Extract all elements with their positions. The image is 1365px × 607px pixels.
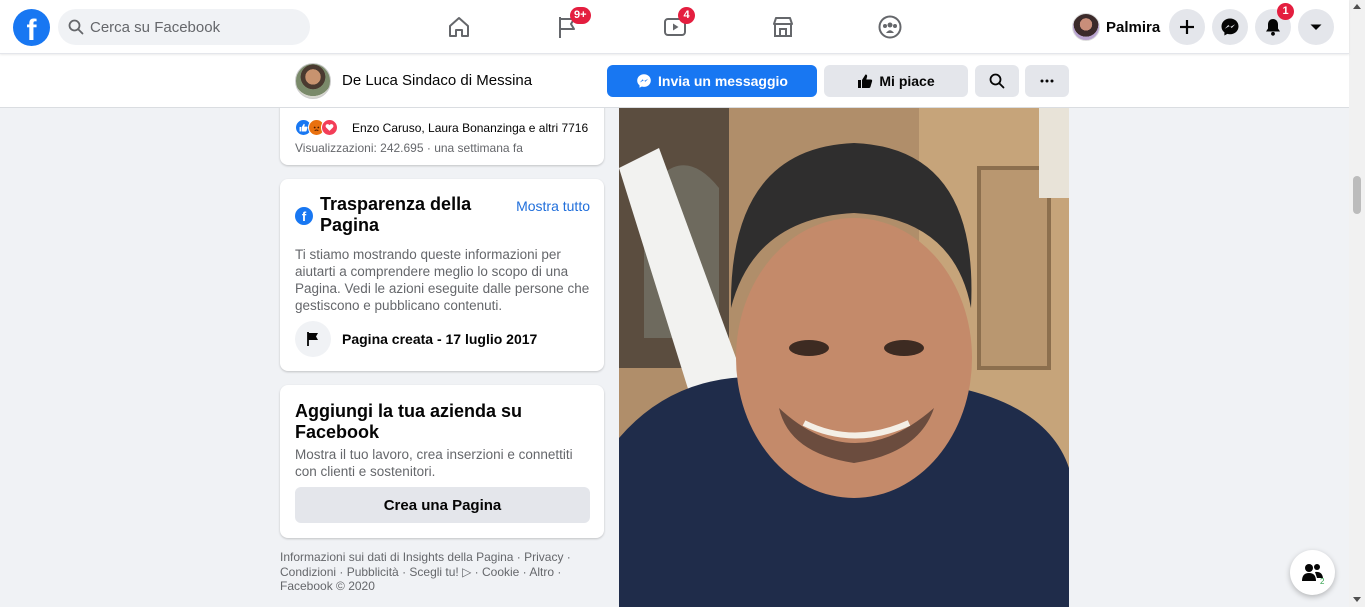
transparency-title: Trasparenza della Pagina xyxy=(320,194,472,235)
page-title[interactable]: De Luca Sindaco di Messina xyxy=(342,72,532,89)
more-options-button[interactable] xyxy=(1025,65,1069,97)
caret-down-icon xyxy=(1310,24,1322,30)
create-button[interactable] xyxy=(1169,9,1205,45)
views-count: Visualizzazioni: 242.695 · una settimana… xyxy=(295,141,523,155)
send-message-button[interactable]: Invia un messaggio xyxy=(607,65,817,97)
reactions-summary[interactable]: Enzo Caruso, Laura Bonanzinga e altri 77… xyxy=(352,121,588,135)
scroll-up-arrow-icon[interactable] xyxy=(1353,4,1361,9)
facebook-info-icon: f xyxy=(295,207,313,225)
nav-groups[interactable] xyxy=(873,10,907,44)
facebook-logo-icon[interactable]: f xyxy=(13,9,50,46)
search-input[interactable] xyxy=(90,18,290,36)
create-page-button[interactable]: Crea una Pagina xyxy=(295,487,590,523)
avatar xyxy=(1072,13,1100,41)
notifications-badge: 1 xyxy=(1277,3,1294,20)
messenger-button[interactable] xyxy=(1212,9,1248,45)
business-title: Aggiungi la tua azienda su Facebook xyxy=(295,401,523,442)
page-search-button[interactable] xyxy=(975,65,1019,97)
more-icon xyxy=(1040,79,1054,83)
search-box[interactable] xyxy=(58,9,310,45)
like-page-label: Mi piace xyxy=(879,73,935,89)
profile-chip[interactable]: Palmira xyxy=(1072,10,1160,44)
page-avatar[interactable] xyxy=(295,63,331,99)
nav-watch[interactable]: 4 xyxy=(658,7,695,44)
bell-icon xyxy=(1266,19,1280,36)
see-all-link[interactable]: Mostra tutto xyxy=(516,198,590,214)
transparency-description: Ti stiamo mostrando queste informazioni … xyxy=(295,247,590,313)
home-icon xyxy=(449,17,469,37)
people-icon: 2 xyxy=(1301,563,1325,586)
scroll-down-arrow-icon[interactable] xyxy=(1353,597,1361,602)
contacts-chat-button[interactable]: 2 xyxy=(1290,550,1335,595)
add-business-card: Aggiungi la tua azienda su Facebook Most… xyxy=(280,385,604,538)
pages-badge: 9+ xyxy=(570,7,591,24)
page-header-bar: De Luca Sindaco di Messina Invia un mess… xyxy=(0,54,1349,108)
nav-pages[interactable]: 9+ xyxy=(550,7,591,44)
nav-marketplace[interactable] xyxy=(766,10,800,44)
marketplace-icon xyxy=(773,17,793,37)
send-message-label: Invia un messaggio xyxy=(658,73,788,89)
photo-illustration xyxy=(619,108,1069,607)
reaction-icons[interactable] xyxy=(295,119,338,136)
chat-count: 2 xyxy=(1320,577,1325,586)
messenger-icon xyxy=(637,74,651,88)
page-created-date: Pagina creata - 17 luglio 2017 xyxy=(342,331,538,347)
groups-icon xyxy=(878,15,902,39)
business-description: Mostra il tuo lavoro, crea inserzioni e … xyxy=(295,447,573,479)
post-photo[interactable] xyxy=(619,108,1069,607)
account-menu-button[interactable] xyxy=(1298,9,1334,45)
messenger-icon xyxy=(1221,18,1239,36)
thumbs-up-icon xyxy=(858,74,873,88)
nav-home[interactable] xyxy=(442,10,476,44)
top-navigation-bar: f 9+ 4 Palmira 1 xyxy=(0,0,1349,54)
plus-icon xyxy=(1180,20,1194,34)
profile-name: Palmira xyxy=(1106,18,1161,36)
page-transparency-card: f Trasparenza della Pagina Mostra tutto … xyxy=(280,179,604,371)
flag-icon xyxy=(295,321,331,357)
page-scrollbar[interactable] xyxy=(1349,0,1365,607)
search-icon xyxy=(989,73,1005,89)
scrollbar-thumb[interactable] xyxy=(1353,176,1361,214)
love-reaction-icon xyxy=(321,119,338,136)
notifications-button[interactable]: 1 xyxy=(1255,3,1294,45)
watch-badge: 4 xyxy=(678,7,695,24)
footer-links[interactable]: Informazioni sui dati di Insights della … xyxy=(280,550,610,594)
like-page-button[interactable]: Mi piace xyxy=(824,65,968,97)
search-icon xyxy=(68,19,84,35)
